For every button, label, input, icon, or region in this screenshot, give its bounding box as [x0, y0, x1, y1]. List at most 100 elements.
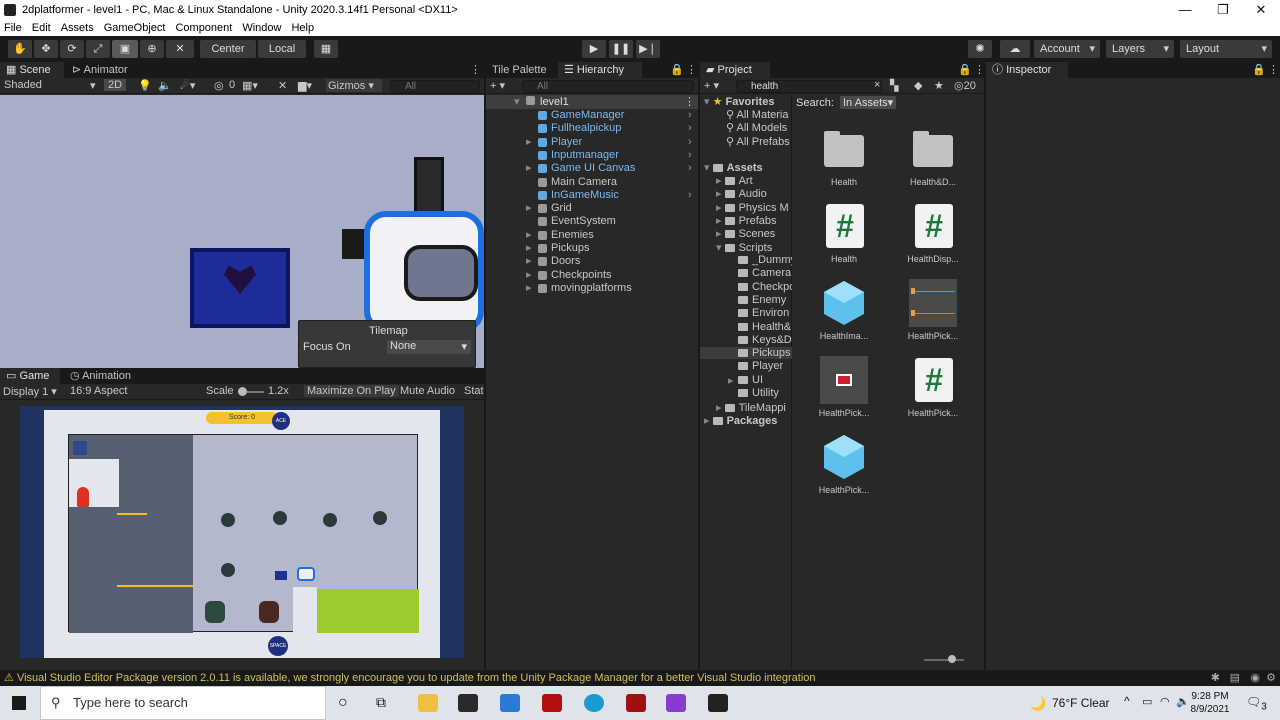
packages-row[interactable]: ▸ Packages [704, 414, 777, 427]
grid-toggle-icon[interactable]: ▦▾ [242, 79, 258, 92]
tab-hierarchy[interactable]: ☰ Hierarchy [558, 62, 642, 78]
audio-icon[interactable]: 🔈 [158, 79, 172, 92]
tray-chevron-icon[interactable]: ^ [1124, 694, 1130, 708]
debug-icon[interactable]: ⚙ [1266, 670, 1276, 686]
hierarchy-item[interactable]: ▸ Enemies [486, 229, 698, 242]
pivot-local-button[interactable]: Local [258, 40, 306, 58]
hierarchy-item[interactable]: GameManager › [486, 109, 698, 122]
prefab-open-chevron-icon[interactable]: › [688, 109, 692, 122]
inspector-lock-icon[interactable]: 🔒 [1246, 62, 1266, 78]
asset-item[interactable]: # HealthDisp... [895, 202, 971, 264]
camera-icon[interactable]: ▆▾ [298, 79, 312, 92]
game-viewport[interactable]: Score: 0 ACE SPACE [20, 406, 464, 658]
clear-search-icon[interactable]: × [874, 79, 880, 91]
app-red2-icon[interactable] [626, 694, 646, 712]
hierarchy-item[interactable]: Fullhealpickup › [486, 122, 698, 135]
notification-icon[interactable]: 🗨3 [1246, 695, 1267, 712]
script-folder-item[interactable]: ▸ UI [700, 374, 792, 387]
assets-folder-item[interactable]: ▸ Prefabs [716, 214, 777, 227]
menu-gameobject[interactable]: GameObject [104, 22, 166, 34]
expand-arrow-icon[interactable]: ▸ [716, 188, 725, 200]
status-bar[interactable]: ⚠ Visual Studio Editor Package version 2… [0, 670, 1280, 686]
tab-project[interactable]: ▰ Project [700, 62, 770, 78]
tab-game[interactable]: ▭ Game [0, 368, 60, 384]
tools-icon[interactable]: ✕ [278, 79, 287, 92]
gizmos-dropdown[interactable]: Gizmos ▾ [326, 79, 382, 92]
expand-arrow-icon[interactable]: ▸ [526, 136, 532, 149]
maximize-on-play-toggle[interactable]: Maximize On Play [304, 385, 399, 397]
menu-help[interactable]: Help [291, 22, 314, 34]
thumbnail-size-slider[interactable] [924, 659, 964, 661]
scale-slider-handle[interactable] [238, 387, 247, 396]
script-folder-item[interactable]: Environ [700, 307, 792, 319]
expand-arrow-icon[interactable]: ▸ [526, 282, 532, 295]
project-search-input[interactable]: health [736, 80, 882, 93]
stats-toggle[interactable]: Stat [464, 385, 484, 397]
panel-menu-icon[interactable]: ⋮ [464, 62, 482, 78]
hierarchy-item[interactable]: ▸ Grid [486, 202, 698, 215]
expand-arrow-icon[interactable]: ▸ [716, 175, 725, 187]
asset-item[interactable]: HealthPick... [895, 279, 971, 341]
hierarchy-item[interactable]: InGameMusic › [486, 189, 698, 202]
tab-animator[interactable]: ⊳ Animator [66, 62, 136, 78]
menu-file[interactable]: File [4, 22, 22, 34]
move-tool-icon[interactable]: ✥ [34, 40, 58, 58]
task-view-icon[interactable]: ⧉ [376, 694, 386, 711]
store-icon[interactable] [458, 694, 478, 712]
asset-item[interactable]: Health&D... [895, 125, 971, 187]
project-menu-icon[interactable]: ⋮ [968, 62, 985, 78]
hierarchy-item[interactable]: ▸ Pickups [486, 242, 698, 255]
filter-label-icon[interactable]: ◆ [914, 79, 922, 92]
layers-dropdown[interactable]: Layers [1106, 40, 1174, 58]
step-button[interactable]: ▶❘ [636, 40, 660, 58]
favorite-icon[interactable]: ★ [934, 79, 944, 92]
hierarchy-item[interactable]: ▸ Player › [486, 136, 698, 149]
wifi-icon[interactable]: ◠ [1160, 695, 1170, 708]
expand-arrow-icon[interactable]: ▸ [716, 228, 725, 240]
script-folder-item[interactable]: Utility [700, 387, 792, 399]
script-folder-item[interactable]: Player [700, 360, 792, 372]
rotate-tool-icon[interactable]: ⟳ [60, 40, 84, 58]
scale-tool-icon[interactable]: ⤢ [86, 40, 110, 58]
assets-folder-item[interactable]: ▾ Scripts [716, 241, 772, 254]
search-scope-dropdown[interactable]: In Assets▾ [840, 96, 897, 109]
hidden-objects-icon[interactable]: ◎ [214, 79, 224, 92]
mail-icon[interactable] [500, 694, 520, 712]
script-folder-item[interactable]: Pickups [700, 347, 792, 360]
prefab-open-chevron-icon[interactable]: › [688, 149, 692, 162]
script-folder-item[interactable]: _Dummy [700, 254, 796, 266]
scene-row[interactable]: ▾ level1 ⋮ [486, 95, 698, 109]
project-create-icon[interactable]: + ▾ [704, 79, 719, 92]
aspect-dropdown[interactable]: 16:9 Aspect [70, 385, 128, 397]
hierarchy-item[interactable]: ▸ Game UI Canvas › [486, 162, 698, 175]
tab-inspector[interactable]: ⓘ Inspector [986, 62, 1068, 78]
menu-edit[interactable]: Edit [32, 22, 51, 34]
hierarchy-item[interactable]: ▸ Checkpoints [486, 269, 698, 282]
create-plus-icon[interactable]: + ▾ [490, 79, 505, 92]
account-dropdown[interactable]: Account [1034, 40, 1100, 58]
pause-button[interactable]: ❚❚ [609, 40, 633, 58]
hidden-packages-icon[interactable]: ◎20 [954, 79, 976, 92]
focus-on-dropdown[interactable]: None ▾ [387, 340, 471, 354]
expand-arrow-icon[interactable]: ▸ [526, 269, 532, 282]
unity-taskbar-icon[interactable] [708, 694, 728, 712]
assets-row[interactable]: ▾ Assets [704, 161, 763, 174]
tilemapping-folder[interactable]: ▸ TileMappi [716, 401, 786, 414]
expand-arrow-icon[interactable]: ▸ [728, 374, 734, 387]
expand-arrow-icon[interactable]: ▸ [526, 255, 532, 268]
asset-item[interactable]: HealthIma... [806, 279, 882, 341]
mute-audio-toggle[interactable]: Mute Audio [400, 385, 455, 397]
maximize-button[interactable]: ❐ [1204, 0, 1242, 20]
layout-dropdown[interactable]: Layout [1180, 40, 1272, 58]
script-folder-item[interactable]: Checkpo [700, 281, 795, 293]
favorites-row[interactable]: ▾ ★ Favorites [704, 95, 774, 108]
thumbnail-size-handle[interactable] [948, 655, 956, 663]
2d-toggle[interactable]: 2D [104, 79, 127, 91]
script-folder-item[interactable]: Camera [700, 267, 792, 279]
transform-tool-icon[interactable]: ⊕ [140, 40, 164, 58]
custom-tool-icon[interactable]: ✕ [166, 40, 194, 58]
assets-folder-item[interactable]: ▸ Scenes [716, 227, 775, 240]
visual-studio-icon[interactable] [666, 694, 686, 712]
favorite-item[interactable]: ⚲ All Models [726, 121, 787, 134]
app-red-icon[interactable] [542, 694, 562, 712]
